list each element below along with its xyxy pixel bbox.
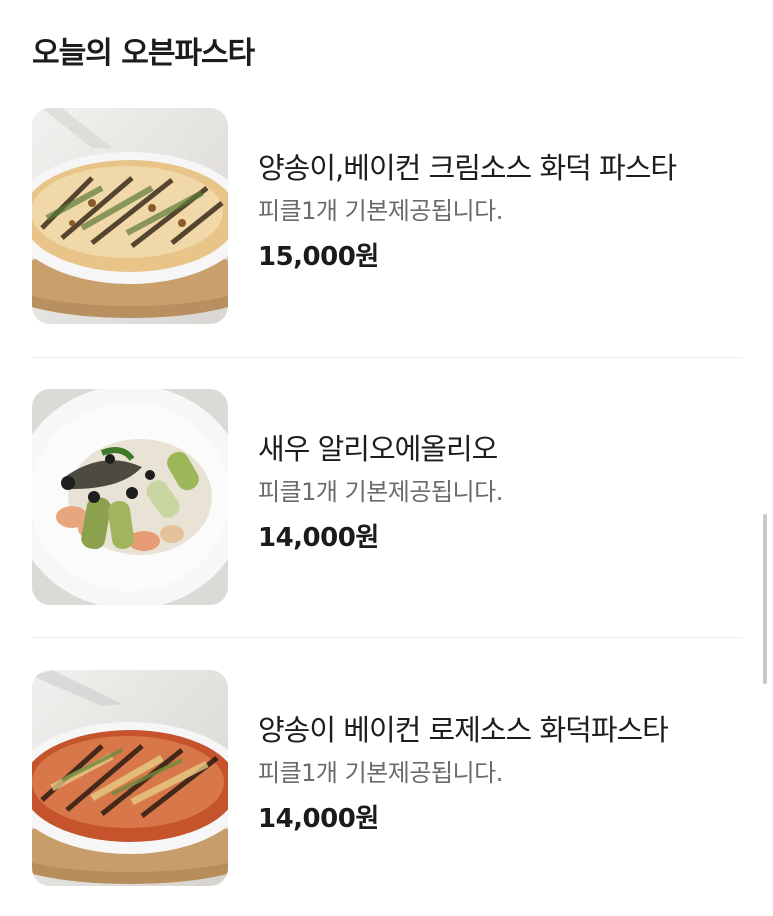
menu-item-price: 14,000원: [258, 523, 379, 553]
section-title: 오늘의 오븐파스타: [32, 36, 255, 71]
cream-pasta-photo: [32, 108, 228, 324]
menu-item-text: 양송이,베이컨 크림소스 화덕 파스타 피클1개 기본제공됩니다. 15,000…: [258, 148, 742, 276]
rose-pasta-photo: [32, 670, 228, 886]
menu-item-name: 양송이 베이컨 로제소스 화덕파스타: [258, 713, 669, 747]
scrollbar[interactable]: [763, 514, 767, 684]
menu-item-text: 새우 알리오에올리오 피클1개 기본제공됩니다. 14,000원: [258, 429, 742, 557]
menu-item[interactable]: 양송이,베이컨 크림소스 화덕 파스타 피클1개 기본제공됩니다. 15,000…: [32, 108, 742, 324]
shrimp-aglio-olio-photo: [32, 389, 228, 605]
menu-item[interactable]: 양송이 베이컨 로제소스 화덕파스타 피클1개 기본제공됩니다. 14,000원: [32, 670, 742, 886]
menu-item-name: 새우 알리오에올리오: [258, 432, 498, 466]
menu-item-price: 15,000원: [258, 242, 379, 272]
menu-item[interactable]: 새우 알리오에올리오 피클1개 기본제공됩니다. 14,000원: [32, 389, 742, 605]
menu-item-description: 피클1개 기본제공됩니다.: [258, 478, 503, 506]
menu-item-price: 14,000원: [258, 804, 379, 834]
menu-item-description: 피클1개 기본제공됩니다.: [258, 197, 503, 225]
divider: [32, 637, 742, 638]
menu-item-name: 양송이,베이컨 크림소스 화덕 파스타: [258, 151, 677, 185]
divider: [32, 357, 742, 358]
menu-item-text: 양송이 베이컨 로제소스 화덕파스타 피클1개 기본제공됩니다. 14,000원: [258, 710, 742, 838]
menu-item-description: 피클1개 기본제공됩니다.: [258, 759, 503, 787]
